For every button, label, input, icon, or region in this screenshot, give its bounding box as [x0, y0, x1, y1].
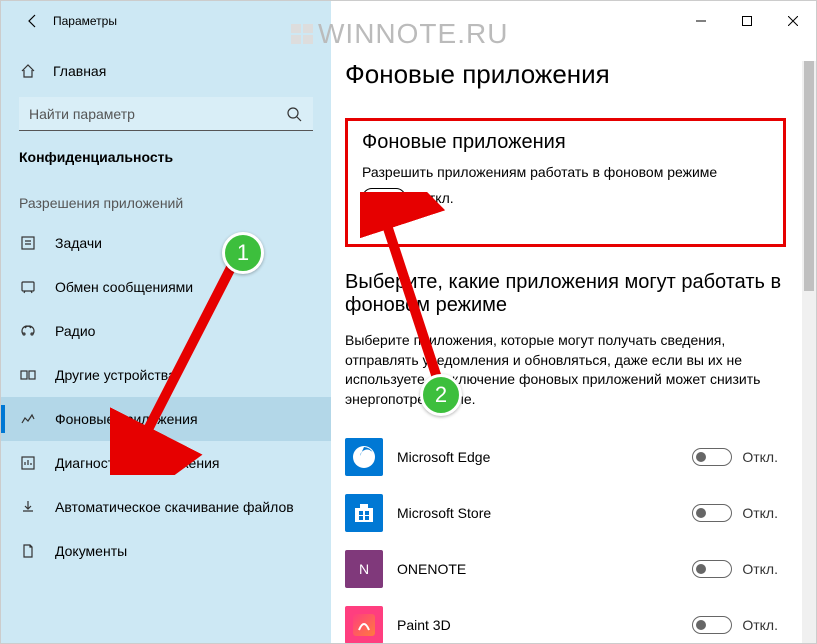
- app-toggle-wrap: Откл.: [692, 616, 778, 634]
- nav-icon: [19, 234, 37, 252]
- search-icon: [285, 105, 303, 123]
- app-toggle[interactable]: [692, 448, 732, 466]
- home-icon: [19, 62, 37, 80]
- app-toggle-wrap: Откл.: [692, 560, 778, 578]
- app-icon: [345, 438, 383, 476]
- window-title: Параметры: [53, 14, 117, 28]
- sidebar-home[interactable]: Главная: [1, 49, 331, 93]
- nav-icon: [19, 278, 37, 296]
- app-row: Paint 3D Откл.: [345, 597, 786, 643]
- nav-label: Автоматическое скачивание файлов: [55, 499, 294, 515]
- app-icon: N: [345, 550, 383, 588]
- app-row: N ONENOTE Откл.: [345, 541, 786, 597]
- apps-section-title: Выберите, какие приложения могут работат…: [345, 271, 786, 317]
- page-title: Фоновые приложения: [345, 59, 786, 90]
- sidebar-item-1[interactable]: Обмен сообщениями: [1, 265, 331, 309]
- app-list: Microsoft EdgeОткл.Microsoft StoreОткл.N…: [345, 429, 786, 643]
- app-name: Microsoft Edge: [397, 449, 678, 465]
- master-setting-label: Разрешить приложениям работать в фоновом…: [362, 164, 769, 180]
- app-icon: [345, 606, 383, 643]
- sidebar-item-4[interactable]: Фоновые приложения: [1, 397, 331, 441]
- nav-icon: [19, 498, 37, 516]
- nav-label: Радио: [55, 323, 95, 339]
- titlebar-right: [331, 1, 816, 41]
- minimize-button[interactable]: [678, 5, 724, 37]
- sidebar-item-6[interactable]: Автоматическое скачивание файлов: [1, 485, 331, 529]
- nav-label: Фоновые приложения: [55, 411, 198, 427]
- app-toggle-label: Откл.: [742, 561, 778, 577]
- app-toggle-label: Откл.: [742, 617, 778, 633]
- master-toggle[interactable]: [362, 188, 406, 208]
- master-toggle-state: Откл.: [418, 190, 454, 206]
- app-row: Microsoft Edge Откл.: [345, 429, 786, 485]
- search-box[interactable]: [19, 97, 313, 131]
- svg-text:N: N: [359, 561, 369, 577]
- annotation-badge-2: 2: [420, 374, 462, 416]
- app-toggle[interactable]: [692, 560, 732, 578]
- nav-icon: [19, 542, 37, 560]
- app-name: Microsoft Store: [397, 505, 678, 521]
- close-button[interactable]: [770, 5, 816, 37]
- app-name: Paint 3D: [397, 617, 678, 633]
- app-toggle-wrap: Откл.: [692, 448, 778, 466]
- sidebar-item-2[interactable]: Радио: [1, 309, 331, 353]
- app-name: ONENOTE: [397, 561, 678, 577]
- scrollbar-thumb[interactable]: [804, 61, 814, 291]
- maximize-button[interactable]: [724, 5, 770, 37]
- nav-label: Задачи: [55, 235, 102, 251]
- nav-icon: [19, 410, 37, 428]
- app-toggle[interactable]: [692, 504, 732, 522]
- search-input[interactable]: [29, 106, 262, 122]
- back-button[interactable]: [13, 13, 53, 29]
- nav-icon: [19, 454, 37, 472]
- nav-list: Задачи Обмен сообщениями Радио Другие устро…: [1, 221, 331, 573]
- main-content: Фоновые приложения Фоновые приложения Ра…: [331, 41, 816, 643]
- sidebar-item-0[interactable]: Задачи: [1, 221, 331, 265]
- sidebar-section: Разрешения приложений: [1, 195, 331, 211]
- annotation-badge-1: 1: [222, 232, 264, 274]
- nav-icon: [19, 322, 37, 340]
- nav-icon: [19, 366, 37, 384]
- sidebar: Параметры Главная Конфиденциальность Раз…: [1, 1, 331, 643]
- sidebar-category: Конфиденциальность: [1, 149, 331, 165]
- app-row: Microsoft Store Откл.: [345, 485, 786, 541]
- home-label: Главная: [53, 63, 106, 79]
- sidebar-item-7[interactable]: Документы: [1, 529, 331, 573]
- nav-label: Другие устройства: [55, 367, 176, 383]
- main-panel: Фоновые приложения Фоновые приложения Ра…: [331, 1, 816, 643]
- settings-window: Параметры Главная Конфиденциальность Раз…: [0, 0, 817, 644]
- master-section-title: Фоновые приложения: [362, 131, 769, 154]
- sidebar-item-5[interactable]: Диагностика приложения: [1, 441, 331, 485]
- master-toggle-row: Откл.: [362, 188, 769, 208]
- nav-label: Диагностика приложения: [55, 455, 219, 471]
- app-toggle-wrap: Откл.: [692, 504, 778, 522]
- sidebar-item-3[interactable]: Другие устройства: [1, 353, 331, 397]
- app-icon: [345, 494, 383, 532]
- nav-label: Документы: [55, 543, 127, 559]
- apps-section-desc: Выберите приложения, которые могут получ…: [345, 331, 786, 409]
- app-toggle-label: Откл.: [742, 449, 778, 465]
- app-toggle-label: Откл.: [742, 505, 778, 521]
- app-toggle[interactable]: [692, 616, 732, 634]
- highlight-box: Фоновые приложения Разрешить приложениям…: [345, 118, 786, 247]
- titlebar-left: Параметры: [1, 1, 331, 41]
- nav-label: Обмен сообщениями: [55, 279, 193, 295]
